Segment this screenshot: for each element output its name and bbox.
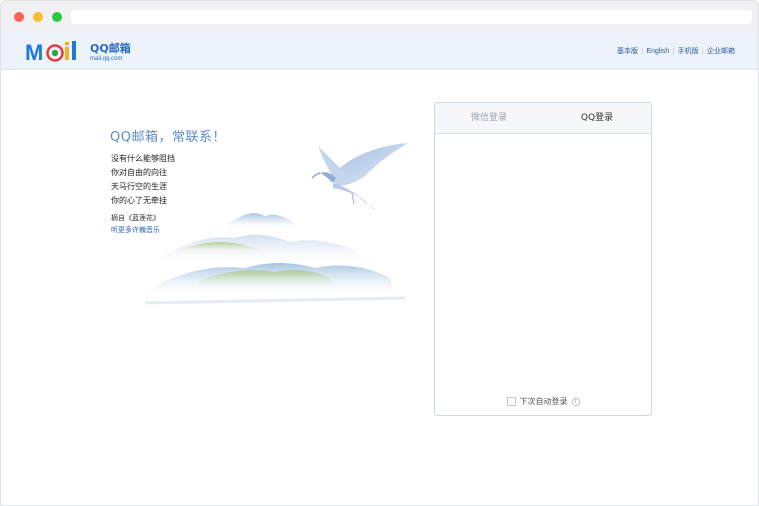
auto-login-checkbox[interactable]: [506, 397, 516, 406]
tab-qq-login[interactable]: QQ登录: [543, 103, 651, 133]
svg-text:M: M: [25, 40, 43, 65]
logo-title: QQ邮箱: [90, 41, 131, 55]
auto-login-row: 下次自动登录 i: [435, 396, 651, 407]
mail-wordmark-logo: M: [25, 40, 76, 65]
address-bar[interactable]: [71, 10, 752, 24]
login-tabs: 微信登录 QQ登录: [435, 103, 651, 134]
qq-mail-logo[interactable]: M QQ邮箱 mail.qq.com: [25, 38, 131, 66]
enterprise-mail-link[interactable]: 企业邮箱: [707, 46, 735, 56]
login-panel: 微信登录 QQ登录 下次自动登录 i: [434, 102, 652, 416]
header-links: 基本版 | English | 手机版 | 企业邮箱: [617, 46, 735, 56]
auto-login-label: 下次自动登录: [519, 397, 568, 406]
mobile-version-link[interactable]: 手机版: [678, 46, 699, 56]
link-separator: |: [640, 47, 644, 55]
english-link[interactable]: English: [646, 48, 669, 55]
basic-version-link[interactable]: 基本版: [617, 46, 638, 56]
link-separator: |: [672, 47, 675, 55]
crane-figure: [311, 143, 408, 210]
close-window-button[interactable]: [14, 12, 24, 22]
browser-titlebar: [0, 0, 759, 32]
logo-domain: mail.qq.com: [90, 55, 123, 62]
landscape-crane-illustration: [144, 143, 408, 305]
link-separator: |: [701, 47, 704, 55]
tab-wechat-login[interactable]: 微信登录: [435, 103, 543, 133]
minimize-window-button[interactable]: [33, 12, 43, 22]
page-header: M QQ邮箱 mail.qq.com 基本版 | English | 手机版 |…: [1, 32, 758, 70]
maximize-window-button[interactable]: [52, 12, 62, 22]
info-icon[interactable]: i: [571, 397, 580, 406]
